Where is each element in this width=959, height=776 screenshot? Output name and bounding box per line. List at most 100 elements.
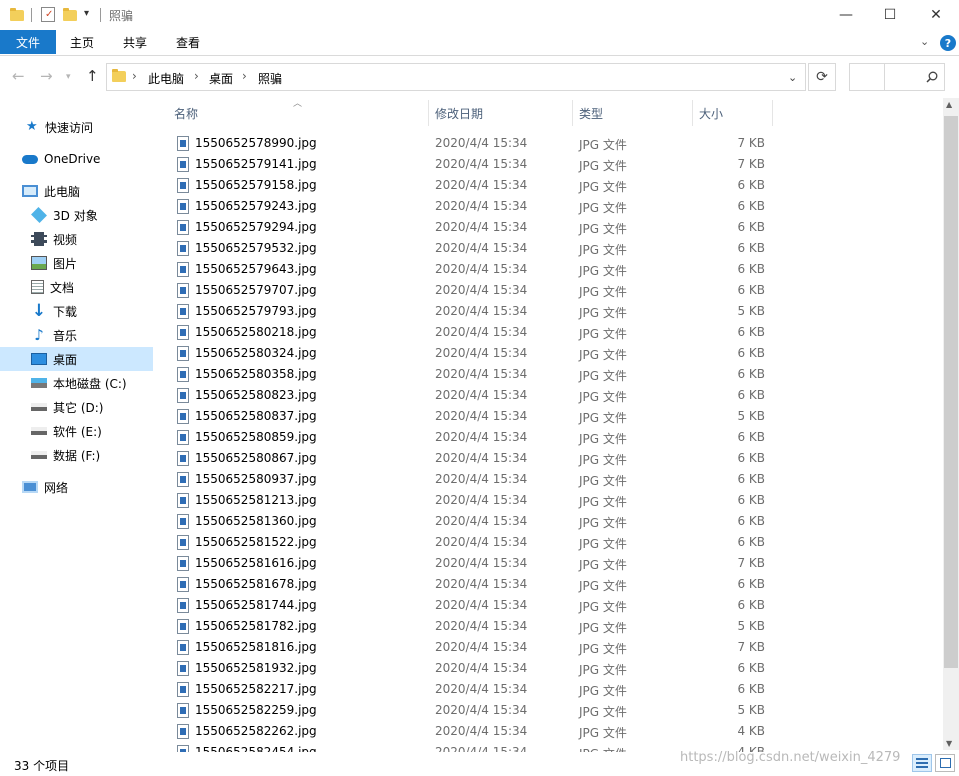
sidebar-item-music[interactable]: ♪ 音乐 [0,323,153,347]
cloud-icon [22,154,38,164]
column-divider[interactable] [692,100,693,126]
file-row[interactable]: 1550652580837.jpg 2020/4/4 15:34 JPG 文件 5 K… [168,406,773,427]
file-row[interactable]: 1550652580324.jpg 2020/4/4 15:34 JPG 文件 6 K… [168,343,773,364]
up-button[interactable]: ↑ [86,67,99,85]
file-size: 6 KB [737,514,765,528]
minimize-button[interactable]: — [823,0,869,30]
properties-icon[interactable]: ✓ [41,7,55,22]
scroll-down-icon[interactable]: ▼ [946,739,952,748]
file-row[interactable]: 1550652580358.jpg 2020/4/4 15:34 JPG 文件 6 K… [168,364,773,385]
search-icon [926,71,938,83]
column-header-type[interactable]: 类型 [579,100,603,126]
file-type: JPG 文件 [579,306,627,320]
sidebar-item-desktop[interactable]: 桌面 [0,347,153,371]
scrollbar-thumb[interactable] [944,116,958,668]
file-name: 1550652580837.jpg [195,409,317,423]
file-date: 2020/4/4 15:34 [435,283,528,297]
sidebar-item-drive-e[interactable]: 软件 (E:) [0,419,153,443]
file-row[interactable]: 1550652581932.jpg 2020/4/4 15:34 JPG 文件 6 K… [168,658,773,679]
jpg-file-icon [177,514,189,529]
large-icons-view-button[interactable] [935,754,955,772]
file-row[interactable]: 1550652581360.jpg 2020/4/4 15:34 JPG 文件 6 K… [168,511,773,532]
file-row[interactable]: 1550652580823.jpg 2020/4/4 15:34 JPG 文件 6 K… [168,385,773,406]
file-row[interactable]: 1550652582262.jpg 2020/4/4 15:34 JPG 文件 4 K… [168,721,773,742]
column-divider[interactable] [572,100,573,126]
file-row[interactable]: 1550652580867.jpg 2020/4/4 15:34 JPG 文件 6 K… [168,448,773,469]
sidebar-item-network[interactable]: 网络 [0,475,153,499]
file-row[interactable]: 1550652581522.jpg 2020/4/4 15:34 JPG 文件 6 K… [168,532,773,553]
file-row[interactable]: 1550652581213.jpg 2020/4/4 15:34 JPG 文件 6 K… [168,490,773,511]
file-name: 1550652579643.jpg [195,262,317,276]
tab-home[interactable]: 主页 [70,34,94,51]
search-input[interactable] [849,63,945,91]
file-name: 1550652581744.jpg [195,598,317,612]
sidebar-item-pictures[interactable]: 图片 [0,251,153,275]
file-row[interactable]: 1550652581744.jpg 2020/4/4 15:34 JPG 文件 6 K… [168,595,773,616]
column-divider[interactable] [428,100,429,126]
column-divider[interactable] [772,100,773,126]
forward-button[interactable]: → [40,67,53,85]
back-button[interactable]: ← [12,67,25,85]
file-row[interactable]: 1550652579707.jpg 2020/4/4 15:34 JPG 文件 6 K… [168,280,773,301]
sidebar-item-videos[interactable]: 视频 [0,227,153,251]
sidebar-item-onedrive[interactable]: OneDrive [0,147,153,171]
jpg-file-icon [177,661,189,676]
column-header-date[interactable]: 修改日期 [435,100,483,126]
sidebar-item-drive-d[interactable]: 其它 (D:) [0,395,153,419]
file-size: 6 KB [737,577,765,591]
drive-icon [31,427,47,435]
column-header-name[interactable]: 名称 [174,100,198,126]
address-dropdown-icon[interactable]: ⌄ [788,71,797,84]
file-row[interactable]: 1550652579294.jpg 2020/4/4 15:34 JPG 文件 6 K… [168,217,773,238]
file-row[interactable]: 1550652579532.jpg 2020/4/4 15:34 JPG 文件 6 K… [168,238,773,259]
sidebar-item-documents[interactable]: 文档 [0,275,153,299]
quick-access-folder-icon[interactable] [10,6,24,24]
file-row[interactable]: 1550652580218.jpg 2020/4/4 15:34 JPG 文件 6 K… [168,322,773,343]
file-row[interactable]: 1550652581678.jpg 2020/4/4 15:34 JPG 文件 6 K… [168,574,773,595]
file-row[interactable]: 1550652578990.jpg 2020/4/4 15:34 JPG 文件 7 K… [168,133,773,154]
file-size: 6 KB [737,451,765,465]
file-row[interactable]: 1550652582217.jpg 2020/4/4 15:34 JPG 文件 6 K… [168,679,773,700]
file-row[interactable]: 1550652579793.jpg 2020/4/4 15:34 JPG 文件 5 K… [168,301,773,322]
tab-view[interactable]: 查看 [176,34,200,51]
sidebar-item-drive-c[interactable]: 本地磁盘 (C:) [0,371,153,395]
file-row[interactable]: 1550652582259.jpg 2020/4/4 15:34 JPG 文件 5 K… [168,700,773,721]
close-button[interactable]: ✕ [913,0,959,30]
expand-ribbon-icon[interactable]: ⌄ [920,35,929,48]
jpg-file-icon [177,535,189,550]
tab-share[interactable]: 共享 [123,34,147,51]
file-size: 6 KB [737,220,765,234]
sidebar-item-drive-f[interactable]: 数据 (F:) [0,443,153,467]
column-header-size[interactable]: 大小 [699,100,723,126]
file-row[interactable]: 1550652580937.jpg 2020/4/4 15:34 JPG 文件 6 K… [168,469,773,490]
recent-locations-icon[interactable]: ▾ [66,72,71,82]
file-row[interactable]: 1550652581816.jpg 2020/4/4 15:34 JPG 文件 7 K… [168,637,773,658]
breadcrumb-current-folder[interactable]: 照骗 [258,70,282,87]
scroll-up-icon[interactable]: ▲ [946,100,952,109]
jpg-file-icon [177,367,189,382]
sidebar-item-downloads[interactable]: ↓ 下载 [0,299,153,323]
sidebar-item-label: 本地磁盘 (C:) [53,376,127,391]
new-folder-icon[interactable] [63,6,77,24]
file-row[interactable]: 1550652579141.jpg 2020/4/4 15:34 JPG 文件 7 K… [168,154,773,175]
maximize-button[interactable]: ☐ [867,0,913,30]
refresh-button[interactable]: ⟳ [808,63,836,91]
file-row[interactable]: 1550652579643.jpg 2020/4/4 15:34 JPG 文件 6 K… [168,259,773,280]
tab-file[interactable]: 文件 [0,30,56,54]
file-row[interactable]: 1550652580859.jpg 2020/4/4 15:34 JPG 文件 6 K… [168,427,773,448]
address-bar[interactable]: › 此电脑 › 桌面 › 照骗 ⌄ [106,63,885,91]
sidebar-item-3d-objects[interactable]: 3D 对象 [0,203,153,227]
file-row[interactable]: 1550652579243.jpg 2020/4/4 15:34 JPG 文件 6 K… [168,196,773,217]
file-date: 2020/4/4 15:34 [435,409,528,423]
file-type: JPG 文件 [579,390,627,404]
sidebar-item-this-pc[interactable]: 此电脑 [0,179,153,203]
file-row[interactable]: 1550652581782.jpg 2020/4/4 15:34 JPG 文件 5 K… [168,616,773,637]
sidebar-item-quick-access[interactable]: ★ 快速访问 [0,115,153,139]
file-row[interactable]: 1550652581616.jpg 2020/4/4 15:34 JPG 文件 7 K… [168,553,773,574]
breadcrumb-desktop[interactable]: 桌面 [209,70,233,87]
details-view-button[interactable] [912,754,932,772]
breadcrumb-this-pc[interactable]: 此电脑 [148,70,184,87]
customize-dropdown-icon[interactable]: ▾ [84,8,89,19]
file-row[interactable]: 1550652579158.jpg 2020/4/4 15:34 JPG 文件 6 K… [168,175,773,196]
help-button[interactable]: ? [940,35,956,51]
